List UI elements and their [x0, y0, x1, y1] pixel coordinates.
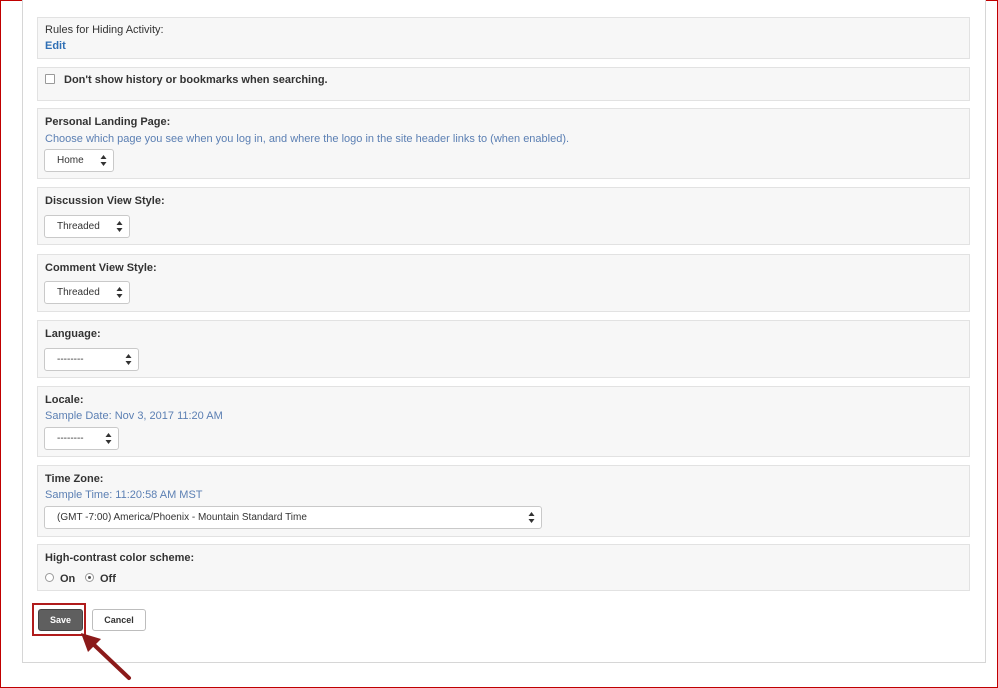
timezone-label: Time Zone: — [45, 473, 104, 485]
timezone-sample-time: Sample Time: 11:20:58 AM MST — [45, 489, 203, 501]
contrast-off-radio[interactable] — [85, 573, 94, 582]
locale-select[interactable]: -------- — [44, 427, 119, 450]
search-history-panel: Don't show history or bookmarks when sea… — [37, 67, 970, 101]
timezone-panel: Time Zone: Sample Time: 11:20:58 AM MST … — [37, 465, 970, 537]
locale-value: -------- — [57, 433, 84, 444]
discussion-view-value: Threaded — [57, 221, 100, 232]
search-history-checkbox[interactable] — [45, 74, 55, 84]
comment-view-select[interactable]: Threaded — [44, 281, 130, 304]
hiding-rules-panel: Rules for Hiding Activity: Edit — [37, 17, 970, 59]
select-arrows-icon — [125, 354, 132, 365]
discussion-view-label: Discussion View Style: — [45, 195, 165, 207]
edit-hiding-rules-link[interactable]: Edit — [45, 40, 66, 52]
landing-page-label: Personal Landing Page: — [45, 116, 171, 128]
landing-page-value: Home — [57, 155, 84, 166]
language-select[interactable]: -------- — [44, 348, 139, 371]
comment-view-value: Threaded — [57, 287, 100, 298]
select-arrows-icon — [100, 155, 107, 166]
discussion-view-panel: Discussion View Style: Threaded — [37, 187, 970, 245]
timezone-value: (GMT -7:00) America/Phoenix - Mountain S… — [57, 512, 307, 523]
annotation-arrow-icon — [81, 633, 131, 680]
locale-sample-date: Sample Date: Nov 3, 2017 11:20 AM — [45, 410, 223, 422]
landing-page-select[interactable]: Home — [44, 149, 114, 172]
landing-page-panel: Personal Landing Page: Choose which page… — [37, 108, 970, 179]
high-contrast-panel: High-contrast color scheme: On Off — [37, 544, 970, 591]
discussion-view-select[interactable]: Threaded — [44, 215, 130, 238]
language-value: -------- — [57, 354, 84, 365]
comment-view-panel: Comment View Style: Threaded — [37, 254, 970, 312]
comment-view-label: Comment View Style: — [45, 262, 157, 274]
contrast-on-label: On — [60, 573, 76, 585]
contrast-on-radio[interactable] — [45, 573, 54, 582]
language-label: Language: — [45, 328, 101, 340]
select-arrows-icon — [116, 287, 123, 298]
locale-label: Locale: — [45, 394, 84, 406]
select-arrows-icon — [116, 221, 123, 232]
select-arrows-icon — [528, 512, 535, 523]
select-arrows-icon — [105, 433, 112, 444]
contrast-off-label: Off — [100, 573, 116, 585]
hiding-rules-label: Rules for Hiding Activity: — [45, 24, 164, 36]
high-contrast-label: High-contrast color scheme: — [45, 552, 195, 564]
timezone-select[interactable]: (GMT -7:00) America/Phoenix - Mountain S… — [44, 506, 542, 529]
landing-page-hint: Choose which page you see when you log i… — [45, 133, 570, 145]
locale-panel: Locale: Sample Date: Nov 3, 2017 11:20 A… — [37, 386, 970, 457]
language-panel: Language: -------- — [37, 320, 970, 378]
search-history-label: Don't show history or bookmarks when sea… — [64, 74, 328, 86]
